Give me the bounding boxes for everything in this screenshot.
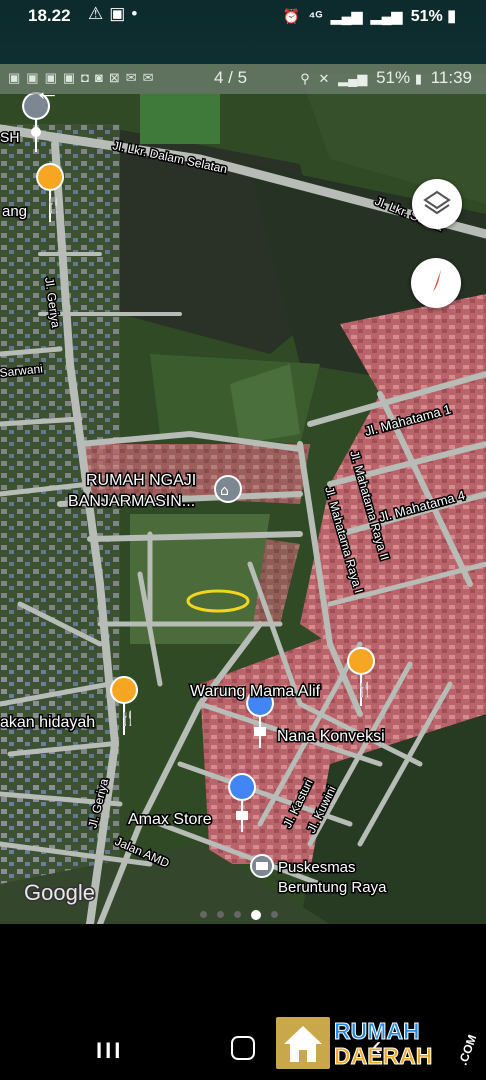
status-bar: 18.22 ⚠▣• ⏰ ⁴ᴳ ▂▄▆ ▂▄▆ 51% ▮	[0, 0, 486, 64]
notification-icons: ⚠▣•	[88, 4, 143, 24]
image-icon: ▣	[109, 4, 132, 23]
signal-icon: ▂▄▆	[338, 71, 368, 86]
status-time: 18.22	[28, 6, 71, 25]
school-pin-icon[interactable]: ⌂	[214, 475, 242, 503]
warning-icon: ⚠	[88, 4, 110, 23]
watermark-line2: DAERAH	[334, 1043, 432, 1069]
page-dot[interactable]	[200, 911, 207, 919]
place-label-puskesmas: Puskesmas	[278, 859, 356, 876]
place-label-amax: Amax Store	[128, 811, 212, 828]
page-indicator	[200, 906, 288, 924]
compass-button[interactable]	[411, 258, 461, 308]
place-label-ang: ang	[2, 203, 27, 220]
compass-icon	[433, 270, 441, 292]
layers-icon	[423, 190, 451, 215]
signal-icon: ▂▄▆	[330, 8, 363, 24]
svg-text:🍴: 🍴	[45, 197, 62, 214]
page-dot-active[interactable]	[251, 909, 261, 920]
back-arrow-icon[interactable]: ←	[34, 76, 64, 106]
layers-button[interactable]	[412, 179, 462, 229]
place-label-beruntung-raya: Beruntung Raya	[278, 879, 387, 896]
battery-icon: ▮	[447, 8, 456, 25]
inner-status-right: ⚲ ✕ ▂▄▆ 51% ▮ 11:39	[300, 68, 472, 88]
svg-text:🍴: 🍴	[356, 681, 373, 698]
inner-battery: 51%	[376, 68, 411, 87]
inner-status-bar: ▣▣▣▣◘◙⊠✉✉ 4 / 5 ⚲ ✕ ▂▄▆ 51% ▮ 11:39	[0, 64, 486, 94]
page-counter: 4 / 5	[214, 68, 248, 87]
page-dot[interactable]	[217, 911, 224, 919]
notification-icons: ▣▣▣▣◘◙⊠✉✉	[8, 70, 160, 85]
watermark-line1: RUMAH	[334, 1018, 420, 1044]
page-dot[interactable]	[271, 911, 278, 919]
page-dot[interactable]	[234, 911, 241, 919]
svg-text:🍴: 🍴	[119, 710, 136, 727]
place-label-nana: Nana Konveksi	[277, 728, 385, 745]
battery-percent: 51%	[410, 8, 443, 25]
map-viewer[interactable]: 🍴 ⌂ 🍴 🍴 Jl. Lkr. Dalam Selatan Jl. Lkr. …	[0, 64, 486, 924]
mute-icon: ✕	[318, 71, 330, 86]
place-label-banjarmasin: BANJARMASIN...	[68, 493, 195, 510]
place-label-warung: Warung Mama Alif	[190, 683, 321, 700]
svg-text:⌂: ⌂	[220, 483, 229, 499]
dot-icon: •	[131, 4, 144, 23]
alarm-icon: ⏰	[282, 8, 301, 24]
place-label-hidayah: akan hidayah	[0, 714, 95, 731]
signal-icon: ▂▄▆	[370, 8, 403, 24]
rumah-daerah-watermark: RUMAH DAERAH .COM	[276, 1017, 476, 1070]
inner-time: 11:39	[430, 68, 472, 87]
google-attribution: Google	[24, 880, 95, 905]
recents-button[interactable]: III	[96, 1038, 123, 1064]
network-4g-icon: ⁴ᴳ	[308, 8, 323, 24]
hospital-pin-icon[interactable]	[250, 854, 274, 878]
watermark-suffix: .COM	[456, 1033, 476, 1067]
place-label-sh: SH	[0, 129, 19, 145]
home-button[interactable]	[231, 1036, 255, 1060]
place-label-rumah-ngaji: RUMAH NGAJI	[86, 472, 196, 489]
battery-icon: ▮	[414, 71, 422, 86]
status-right: ⏰ ⁴ᴳ ▂▄▆ ▂▄▆ 51% ▮	[283, 6, 456, 26]
location-icon: ⚲	[300, 71, 310, 86]
